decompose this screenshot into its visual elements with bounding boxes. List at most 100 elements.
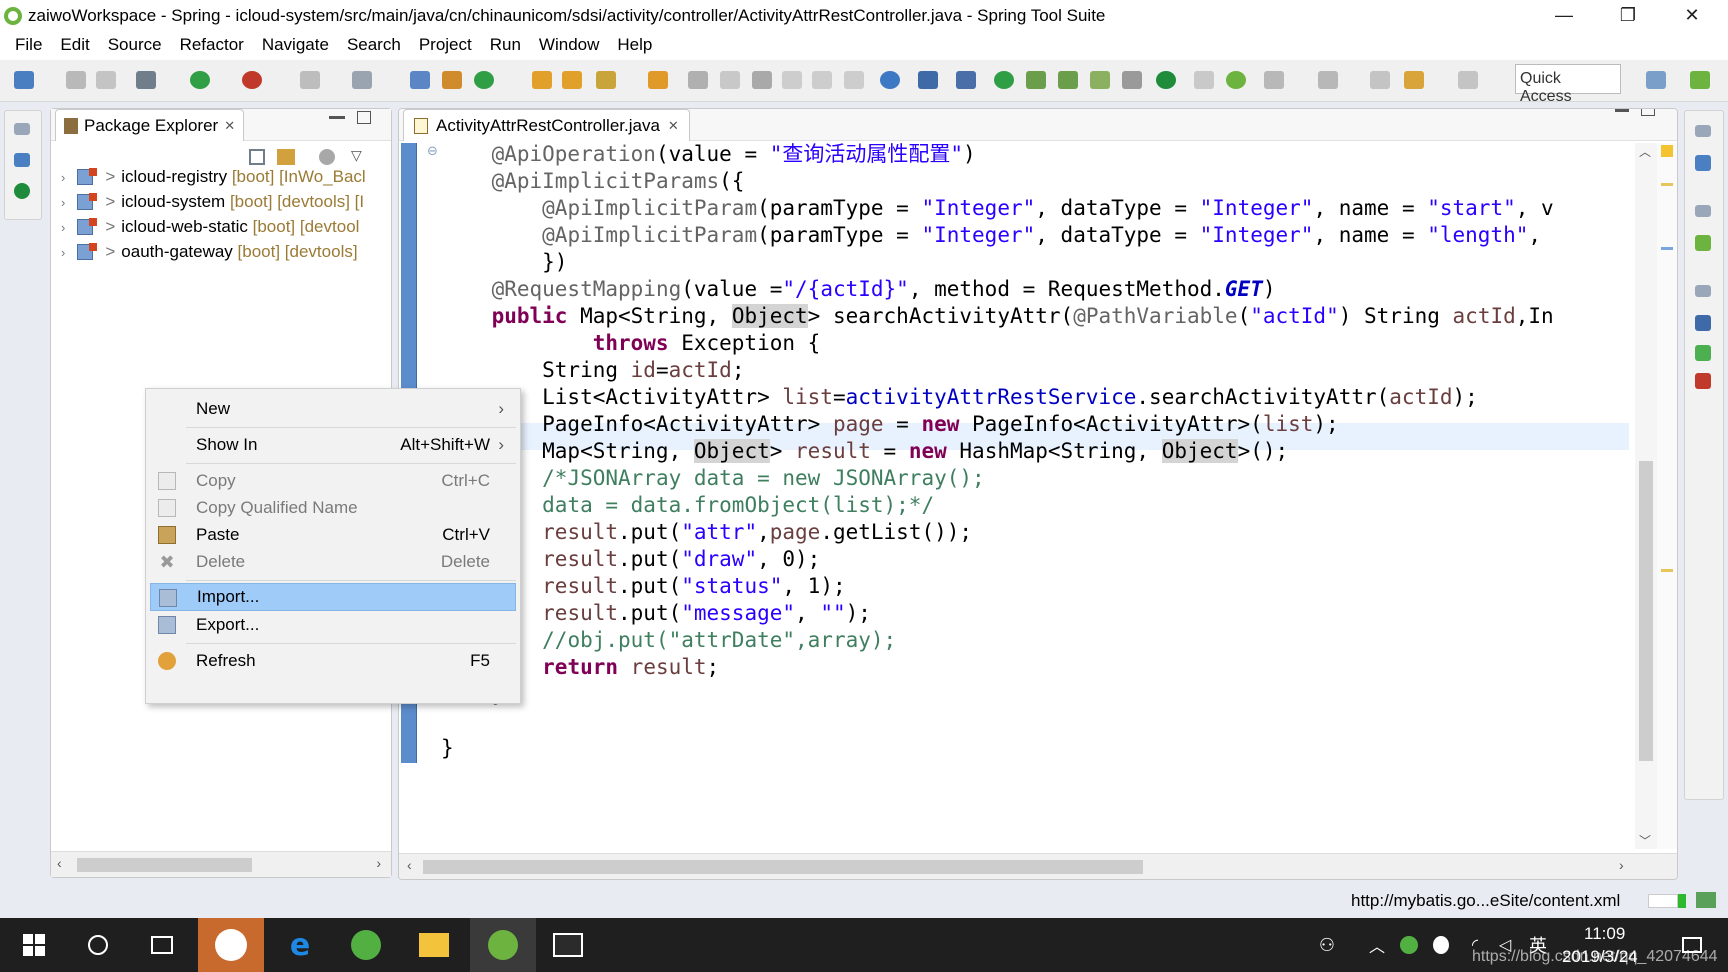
spring-perspective-icon[interactable] xyxy=(1690,71,1710,89)
back-icon[interactable] xyxy=(1404,71,1424,89)
close-icon[interactable]: ✕ xyxy=(668,118,679,134)
restore-button[interactable]: ❐ xyxy=(1596,0,1660,31)
menu-item-copy[interactable]: Copy Ctrl+C xyxy=(150,467,516,495)
scroll-down-icon[interactable]: ﹀ xyxy=(1639,832,1651,849)
tree-item-oauth-gateway[interactable]: › > oauth-gateway [boot] [devtools] xyxy=(61,240,358,264)
package-icon[interactable] xyxy=(442,71,462,89)
qq-icon[interactable] xyxy=(1426,918,1456,972)
search-icon[interactable] xyxy=(78,918,118,972)
progress-icon[interactable] xyxy=(1695,345,1711,361)
browser-icon[interactable] xyxy=(346,918,386,972)
tree-item-icloud-system[interactable]: › > icloud-system [boot] [devtools] [I xyxy=(61,190,364,214)
server-start-icon[interactable] xyxy=(1058,71,1078,89)
task-view-icon[interactable] xyxy=(142,918,182,972)
occurrence-marker[interactable] xyxy=(1661,247,1673,250)
server-stop-icon[interactable] xyxy=(1122,71,1142,89)
menu-navigate[interactable]: Navigate xyxy=(253,35,338,55)
view-menu-icon[interactable]: ▽ xyxy=(351,147,362,164)
wrench-icon[interactable] xyxy=(956,71,976,89)
prev-annotation-icon[interactable] xyxy=(1318,71,1338,89)
stop-icon[interactable] xyxy=(300,71,320,89)
package-explorer-tab[interactable]: Package Explorer ✕ xyxy=(55,109,245,141)
next-annotation-icon[interactable] xyxy=(1264,71,1284,89)
scrollbar-thumb[interactable] xyxy=(77,858,252,872)
maximize-view-icon[interactable] xyxy=(1641,109,1655,116)
vertical-scrollbar[interactable]: ︿ ﹀ xyxy=(1635,143,1657,849)
clock-date[interactable]: 2019/3/24 xyxy=(1562,947,1638,967)
boot-dashboard-icon[interactable] xyxy=(1156,71,1176,89)
java-app-icon[interactable] xyxy=(198,918,264,972)
globe-icon[interactable] xyxy=(880,71,900,89)
menu-item-copy-qualified-name[interactable]: Copy Qualified Name xyxy=(150,494,516,522)
new-wizard-icon[interactable] xyxy=(14,71,34,89)
outline-icon[interactable] xyxy=(1695,155,1711,171)
code-text[interactable]: @ApiOperation(value = "查询活动属性配置") @ApiIm… xyxy=(441,141,1554,762)
minimize-view-icon[interactable] xyxy=(329,116,345,119)
save-all-icon[interactable] xyxy=(96,71,116,89)
expand-arrow-icon[interactable]: › xyxy=(61,195,65,210)
expand-arrow-icon[interactable]: › xyxy=(61,170,65,185)
spring-icon[interactable] xyxy=(1226,71,1246,89)
notification-icon[interactable] xyxy=(1672,918,1712,972)
explorer-icon[interactable] xyxy=(414,918,454,972)
menu-refactor[interactable]: Refactor xyxy=(171,35,253,55)
menu-help[interactable]: Help xyxy=(608,35,661,55)
menu-item-export[interactable]: Export... xyxy=(150,611,516,639)
layout-icon[interactable] xyxy=(1194,71,1214,89)
new-project-icon[interactable] xyxy=(410,71,430,89)
expand-arrow-icon[interactable]: › xyxy=(61,245,65,260)
menu-window[interactable]: Window xyxy=(530,35,608,55)
menu-item-refresh[interactable]: Refresh F5 xyxy=(150,647,516,675)
forward-icon[interactable] xyxy=(1458,71,1478,89)
close-button[interactable]: ✕ xyxy=(1660,0,1724,31)
console-view-icon[interactable] xyxy=(1695,315,1711,331)
progress-view-icon[interactable] xyxy=(1696,892,1716,908)
block-icon[interactable] xyxy=(812,71,832,89)
mark-icon[interactable] xyxy=(720,71,740,89)
server-debug-icon[interactable] xyxy=(1090,71,1110,89)
skip-icon[interactable] xyxy=(352,71,372,89)
scrollbar-thumb[interactable] xyxy=(1639,461,1653,761)
maximize-view-icon[interactable] xyxy=(357,111,371,124)
menu-item-import[interactable]: Import... xyxy=(150,583,516,611)
scroll-up-icon[interactable]: ︿ xyxy=(1639,143,1651,160)
menu-source[interactable]: Source xyxy=(99,35,171,55)
spring-explorer-icon[interactable] xyxy=(1695,235,1711,251)
run-external-icon[interactable] xyxy=(242,71,262,89)
menu-search[interactable]: Search xyxy=(338,35,410,55)
tree-item-icloud-registry[interactable]: › > icloud-registry [boot] [InWo_Bacl xyxy=(61,165,366,189)
expand-arrow-icon[interactable]: › xyxy=(61,220,65,235)
hierarchy-icon[interactable] xyxy=(14,153,30,167)
debug-icon[interactable] xyxy=(136,71,156,89)
focus-task-icon[interactable] xyxy=(319,149,335,165)
menu-item-show-in[interactable]: Show In Alt+Shift+W › xyxy=(150,431,516,459)
last-edit-icon[interactable] xyxy=(1370,71,1390,89)
collapse-icon[interactable]: ⊖ xyxy=(427,143,438,159)
pen-icon[interactable] xyxy=(596,71,616,89)
scrollbar-thumb[interactable] xyxy=(423,860,1143,874)
pin-icon[interactable] xyxy=(688,71,708,89)
open-resource-icon[interactable] xyxy=(562,71,582,89)
link-with-editor-icon[interactable] xyxy=(277,149,295,165)
start-icon[interactable] xyxy=(14,918,54,972)
new-class-icon[interactable] xyxy=(474,71,494,89)
menu-item-paste[interactable]: Paste Ctrl+V xyxy=(150,521,516,549)
save-icon[interactable] xyxy=(66,71,86,89)
spring-ide-icon[interactable] xyxy=(470,918,536,972)
quick-access-input[interactable]: Quick Access xyxy=(1515,64,1621,105)
menu-project[interactable]: Project xyxy=(410,35,481,55)
collapse-all-icon[interactable] xyxy=(249,149,265,165)
tray-chevron-icon[interactable]: ︿ xyxy=(1362,918,1392,972)
occurrence-marker[interactable] xyxy=(1661,183,1673,186)
occurrence-marker[interactable] xyxy=(1661,569,1673,572)
photos-icon[interactable] xyxy=(548,918,588,972)
minimize-view-icon[interactable] xyxy=(1615,109,1629,112)
boot-dashboard-trim-icon[interactable] xyxy=(14,183,30,199)
server-icon[interactable] xyxy=(1026,71,1046,89)
scroll-right-icon[interactable]: › xyxy=(376,855,381,871)
horizontal-scrollbar[interactable]: ‹ › xyxy=(399,853,1677,879)
open-perspective-icon[interactable] xyxy=(1646,71,1666,89)
restore-view-icon[interactable] xyxy=(1695,205,1711,217)
scroll-left-icon[interactable]: ‹ xyxy=(407,857,412,873)
tree-item-icloud-web-static[interactable]: › > icloud-web-static [boot] [devtool xyxy=(61,215,359,239)
